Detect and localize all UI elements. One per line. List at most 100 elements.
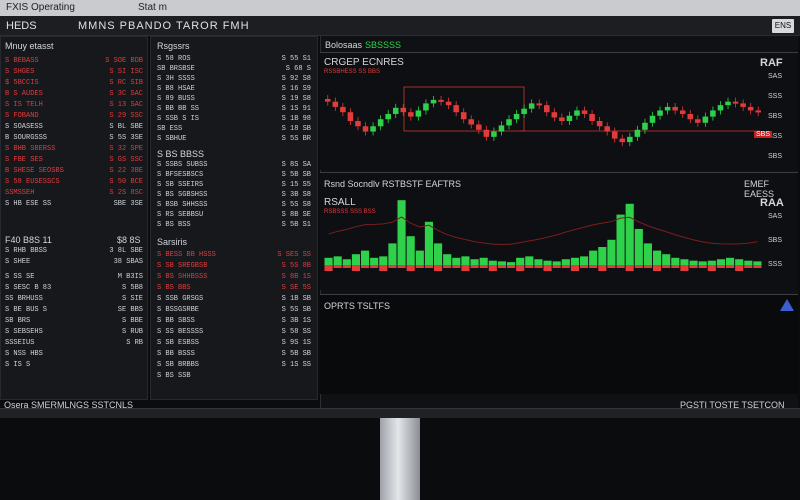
list-item[interactable]: SSSEIUS S RB bbox=[5, 339, 143, 348]
list-item[interactable]: SS BRHUSS S SIE bbox=[5, 295, 143, 304]
list-item[interactable]: SB BRS S BBE bbox=[5, 317, 143, 326]
list-item[interactable]: S SB BRBBS S 1S SS bbox=[157, 361, 311, 370]
list-item[interactable]: S FBE SES S GS SSC bbox=[5, 156, 143, 165]
candle bbox=[596, 121, 603, 127]
list-item-value: S BBE bbox=[121, 317, 143, 325]
list-item[interactable]: $ 5BCCIS S RC SIB bbox=[5, 79, 143, 88]
list-item-value: S 18 SB bbox=[281, 125, 311, 133]
menu-app-name[interactable]: HEDS bbox=[6, 16, 37, 36]
list-item[interactable]: SB BRSBSE S 68 S bbox=[157, 65, 311, 74]
list-item[interactable]: S SHEE 38 SBAS bbox=[5, 258, 143, 267]
volume-down-bar bbox=[497, 265, 506, 268]
list-item[interactable]: S 58 ROS S 55 S1 bbox=[157, 55, 311, 64]
volume-down-bar bbox=[698, 265, 707, 268]
volume-bar bbox=[406, 236, 415, 265]
list-item-label: S BESS BB HSSS bbox=[157, 251, 216, 259]
list-item[interactable]: S BS BSS S 5B S1 bbox=[157, 221, 311, 230]
list-item-value: SBE 3SE bbox=[113, 200, 143, 208]
volume-down-bar bbox=[744, 265, 753, 268]
volume-bar bbox=[653, 250, 662, 265]
list-item[interactable]: S 3H SSSS S 92 S8 bbox=[157, 75, 311, 84]
volume-down-bar bbox=[534, 265, 543, 268]
list-item[interactable]: S BB BSSS S 5B SB bbox=[157, 350, 311, 359]
list-item[interactable]: S BHB SBERSS S 32 SPE bbox=[5, 145, 143, 154]
list-item[interactable]: S SSBS SUBSS S 8S SA bbox=[157, 161, 311, 170]
list-item[interactable]: S IS S bbox=[5, 361, 143, 370]
list-item[interactable]: S SB ESBSS S 9S 1S bbox=[157, 339, 311, 348]
list-item-value: S 3B 1S bbox=[281, 317, 311, 325]
list-item-label: S BS SHHBSSS bbox=[157, 273, 208, 281]
volume-down-bar bbox=[379, 265, 388, 271]
list-item[interactable]: S SSB S IS S 1B 98 bbox=[157, 115, 311, 124]
list-item[interactable]: S NSS HBS bbox=[5, 350, 143, 359]
volume-bar bbox=[598, 247, 607, 265]
list-item[interactable]: B S AUDES S 3C SAC bbox=[5, 90, 143, 99]
list-item-value: S SI ISC bbox=[109, 68, 143, 76]
list-item[interactable]: B SOURGSSS S 5S 3SE bbox=[5, 134, 143, 143]
list-item-label: S SS BESSSS bbox=[157, 328, 204, 336]
list-item-value: S 1S SS bbox=[281, 361, 311, 369]
list-item[interactable]: S BFSESBSCS S 5B SB bbox=[157, 171, 311, 180]
list-item[interactable]: S B8 HSAE S 16 S9 bbox=[157, 85, 311, 94]
list-item[interactable]: S SHGES S SI ISC bbox=[5, 68, 143, 77]
list-item-label: S RHB BBSS bbox=[5, 247, 48, 255]
list-item-value: M B3IS bbox=[117, 273, 143, 281]
list-item[interactable]: S BB BB SS S 1S 91 bbox=[157, 105, 311, 114]
volume-down-bar bbox=[488, 265, 497, 271]
candle bbox=[740, 103, 746, 107]
volume-down-bar bbox=[424, 265, 433, 268]
candle bbox=[483, 129, 490, 137]
list-item[interactable]: S RHB BBSS 3 8L SBE bbox=[5, 247, 143, 256]
volume-bar bbox=[680, 259, 689, 265]
candle bbox=[747, 106, 754, 111]
candle bbox=[536, 103, 542, 106]
list-item[interactable]: S BEBASS S SOE BDB bbox=[5, 57, 143, 66]
candle bbox=[476, 124, 482, 130]
volume-bar bbox=[707, 260, 716, 265]
price-axis: SAS SSS SBS SSS SBS SBS bbox=[754, 73, 796, 169]
list-item[interactable]: S SS BESSSS S 58 SS bbox=[157, 328, 311, 337]
volume-bar bbox=[607, 239, 616, 265]
list-item[interactable]: B SHESE SEOSBS S 22 3BE bbox=[5, 167, 143, 176]
candle bbox=[672, 106, 678, 111]
list-item[interactable]: S FOBAND S 29 SSC bbox=[5, 112, 143, 121]
list-item[interactable]: S BS SSB bbox=[157, 372, 311, 381]
list-item[interactable]: S BE BUS S SE BBS bbox=[5, 306, 143, 315]
volume-tick-label: SAS bbox=[768, 213, 783, 220]
list-item[interactable]: S SOASESS S BL SBE bbox=[5, 123, 143, 132]
list-item[interactable]: SB ESS S 18 SB bbox=[157, 125, 311, 134]
list-item[interactable]: S SB SREGBSB S 5S 8B bbox=[157, 262, 311, 271]
list-item[interactable]: S BESS BB HSSS S SES SS bbox=[157, 251, 311, 260]
list-item[interactable]: S 89 BUSS S 19 S8 bbox=[157, 95, 311, 104]
list-item[interactable]: S SBHUE S 5S BR bbox=[157, 135, 311, 144]
list-item[interactable]: S HB ESE SS SBE 3SE bbox=[5, 200, 143, 209]
list-item[interactable]: S SB SSEIRS S 15 S5 bbox=[157, 181, 311, 190]
list-item[interactable]: S 58 EUSESSCS S 50 BCE bbox=[5, 178, 143, 187]
list-item-label: S BB BSSS bbox=[157, 350, 195, 358]
list-item[interactable]: S BS BBS S SE 5S bbox=[157, 284, 311, 293]
list-item[interactable]: S SSB GRSGS S 1B SB bbox=[157, 295, 311, 304]
list-item-label: S SHGES bbox=[5, 68, 35, 76]
close-button[interactable]: ENS bbox=[772, 19, 794, 33]
candle bbox=[551, 112, 558, 118]
list-item[interactable]: S IS TELH S 13 SAC bbox=[5, 101, 143, 110]
list-item[interactable]: S BS SHHBSSS S 8B 1S bbox=[157, 273, 311, 282]
arrow-icon[interactable] bbox=[780, 299, 794, 311]
list-item[interactable]: S RS SEBBSU S 8B SE bbox=[157, 211, 311, 220]
volume-bar bbox=[543, 260, 552, 265]
list-item[interactable]: S BS SGBSHSS S 3B S8 bbox=[157, 191, 311, 200]
volume-down-bar bbox=[443, 265, 452, 268]
list-item[interactable]: S BSB SHHSSS S 5S S8 bbox=[157, 201, 311, 210]
list-item[interactable]: S BB SBSS S 3B 1S bbox=[157, 317, 311, 326]
list-item[interactable]: S SESC B 83 S 5B8 bbox=[5, 284, 143, 293]
list-item-label: S BFSESBSCS bbox=[157, 171, 204, 179]
list-item-label: B SOURGSSS bbox=[5, 134, 48, 142]
list-item-value: S 1B 98 bbox=[281, 115, 311, 123]
list-item[interactable]: S SEBSEHS S RUB bbox=[5, 328, 143, 337]
list-item[interactable]: SSMSSEH S 2S 8SC bbox=[5, 189, 143, 198]
price-tick-label: SSS bbox=[768, 93, 783, 100]
list-item[interactable]: S BSSGSRBE S 5S SB bbox=[157, 306, 311, 315]
chart-tab-label[interactable]: Bolosaas bbox=[325, 40, 362, 50]
list-item[interactable]: S SS SE M B3IS bbox=[5, 273, 143, 282]
app-title: FXIS Operating bbox=[6, 2, 75, 13]
